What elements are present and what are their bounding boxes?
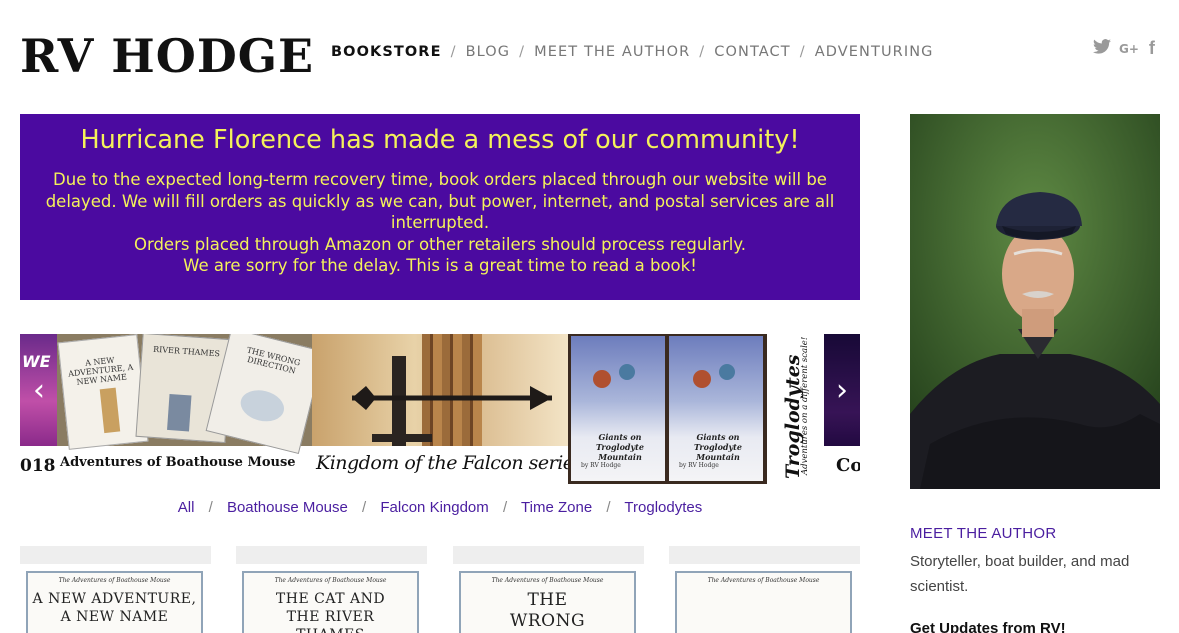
- hurricane-notice-banner: Hurricane Florence has made a mess of ou…: [20, 114, 860, 300]
- carousel-slide-troglodytes-title[interactable]: Troglodytes Adventures on a different sc…: [767, 334, 824, 484]
- nav-separator: /: [519, 44, 526, 60]
- filter-boathouse-mouse[interactable]: Boathouse Mouse: [227, 499, 348, 516]
- product-card[interactable]: The Adventures of Boathouse Mouse THE WR…: [453, 546, 644, 633]
- social-links: G+ f: [1093, 38, 1155, 59]
- giants-book-title: Giants on Troglodyte Mountain: [694, 432, 742, 462]
- product-series-label: The Adventures of Boathouse Mouse: [274, 577, 387, 584]
- nav-item-blog[interactable]: BLOG: [466, 44, 511, 60]
- giants-book-cover: Giants on Troglodyte Mountain by RV Hodg…: [669, 336, 763, 481]
- giants-book-title: Giants on Troglodyte Mountain: [596, 432, 644, 462]
- carousel-slide-boathouse-mouse[interactable]: A NEW ADVENTURE, A NEW NAME RIVER THAMES…: [57, 334, 312, 484]
- product-thumbnail[interactable]: The Adventures of Boathouse Mouse THE CA…: [242, 571, 419, 633]
- banner-line-1: Due to the expected long-term recovery t…: [45, 170, 835, 232]
- troglodytes-tagline: Adventures on a different scale!: [800, 336, 810, 475]
- product-series-label: The Adventures of Boathouse Mouse: [707, 577, 820, 584]
- author-photo: [910, 114, 1160, 489]
- sidebar-author-bio: Storyteller, boat builder, and mad scien…: [910, 553, 1130, 595]
- nav-item-bookstore[interactable]: BOOKSTORE: [331, 44, 442, 60]
- product-thumbnail[interactable]: The Adventures of Boathouse Mouse THE WR…: [459, 571, 636, 633]
- carousel-prev-arrow[interactable]: ‹: [20, 334, 58, 446]
- boathouse-book-cover-title: RIVER THAMES: [152, 344, 221, 359]
- boathouse-book-cover-title: A NEW ADVENTURE, A NEW NAME: [67, 355, 134, 387]
- boathouse-book-cover-title: THE WRONG DIRECTION: [245, 345, 302, 376]
- nav-item-meet-the-author[interactable]: MEET THE AUTHOR: [534, 44, 690, 60]
- site-logo[interactable]: RV HODGE: [20, 28, 314, 84]
- sidebar-updates-heading: Get Updates from RV!: [910, 620, 1066, 633]
- category-filter: All / Boathouse Mouse / Falcon Kingdom /…: [20, 499, 860, 516]
- filter-troglodytes[interactable]: Troglodytes: [624, 499, 702, 516]
- filter-separator: /: [502, 499, 508, 516]
- sidebar-meet-author-link[interactable]: MEET THE AUTHOR: [910, 525, 1056, 542]
- product-series-label: The Adventures of Boathouse Mouse: [58, 577, 171, 584]
- main-nav: BOOKSTORE / BLOG / MEET THE AUTHOR / CON…: [331, 44, 934, 60]
- carousel-caption-partial-left: 018: [20, 456, 56, 476]
- giants-book-author: by RV Hodge: [679, 462, 719, 469]
- twitter-icon[interactable]: [1093, 38, 1111, 59]
- product-thumbnail[interactable]: The Adventures of Boathouse Mouse: [675, 571, 852, 633]
- banner-line-2: Orders placed through Amazon or other re…: [133, 234, 747, 254]
- nav-item-contact[interactable]: CONTACT: [714, 44, 790, 60]
- arrow-bookend-icon: [352, 356, 552, 446]
- filter-separator: /: [208, 499, 213, 516]
- nav-separator: /: [699, 44, 706, 60]
- filter-separator: /: [362, 499, 367, 516]
- nav-item-adventuring[interactable]: ADVENTURING: [815, 44, 934, 60]
- giants-book-author: by RV Hodge: [581, 462, 621, 469]
- product-title: THE CAT AND THE RIVER THAMES: [275, 591, 386, 633]
- facebook-icon[interactable]: f: [1149, 38, 1155, 59]
- product-thumbnail[interactable]: The Adventures of Boathouse Mouse A NEW …: [26, 571, 203, 633]
- filter-separator: /: [606, 499, 611, 516]
- banner-line-3: We are sorry for the delay. This is a gr…: [183, 256, 697, 275]
- giants-book-cover: Giants on Troglodyte Mountain by RV Hodg…: [571, 336, 665, 481]
- carousel-caption-falcon: Kingdom of the Falcon series: [316, 452, 568, 474]
- carousel-slide-troglodytes[interactable]: Giants on Troglodyte Mountain by RV Hodg…: [568, 334, 767, 484]
- product-card[interactable]: The Adventures of Boathouse Mouse: [669, 546, 860, 633]
- filter-falcon-kingdom[interactable]: Falcon Kingdom: [380, 499, 488, 516]
- carousel-next-arrow[interactable]: ›: [824, 334, 860, 446]
- product-card[interactable]: The Adventures of Boathouse Mouse A NEW …: [20, 546, 211, 633]
- filter-all[interactable]: All: [178, 499, 195, 516]
- nav-separator: /: [799, 44, 806, 60]
- product-card[interactable]: The Adventures of Boathouse Mouse THE CA…: [236, 546, 427, 633]
- carousel-caption-partial-right: Co: [836, 455, 860, 476]
- google-plus-icon[interactable]: G+: [1119, 42, 1139, 56]
- banner-title: Hurricane Florence has made a mess of ou…: [80, 125, 800, 155]
- filter-time-zone[interactable]: Time Zone: [521, 499, 592, 516]
- product-title: THE WRONG DIRECTION: [493, 590, 602, 633]
- book-series-carousel[interactable]: WE 018 A NEW ADVENTURE, A NEW NAME RIVER…: [20, 334, 860, 484]
- product-series-label: The Adventures of Boathouse Mouse: [491, 577, 604, 584]
- carousel-caption-boathouse: Adventures of Boathouse Mouse: [60, 455, 296, 470]
- product-title: A NEW ADVENTURE, A NEW NAME: [32, 591, 197, 625]
- nav-separator: /: [450, 44, 457, 60]
- banner-body: Due to the expected long-term recovery t…: [45, 169, 835, 277]
- carousel-slide-falcon-kingdom[interactable]: Kingdom of the Falcon series: [312, 334, 568, 484]
